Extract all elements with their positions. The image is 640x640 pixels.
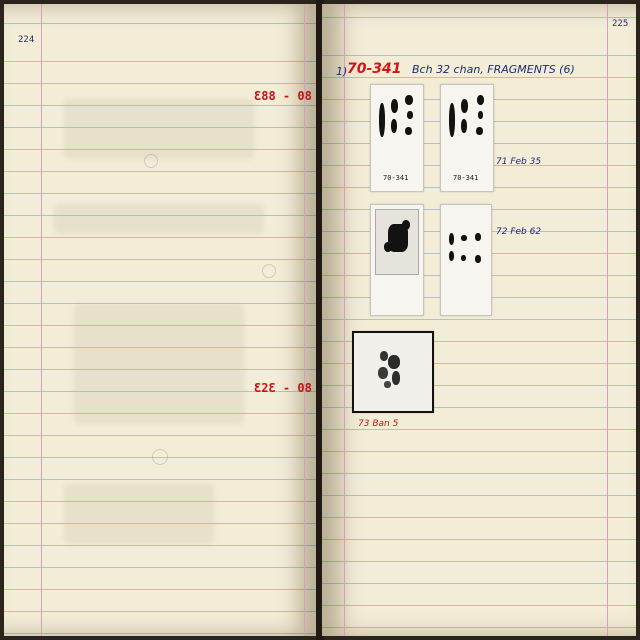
fragment-shape	[449, 251, 454, 261]
fragment-shape	[475, 233, 481, 241]
fragment-shape	[478, 111, 483, 119]
bleed-through-circle	[262, 264, 276, 278]
bleed-through-mark	[64, 99, 254, 159]
photo-caption: 70-341	[383, 174, 409, 182]
fragment-shape	[461, 119, 467, 133]
fragment-shape	[405, 95, 413, 105]
fragment-shape	[380, 351, 388, 361]
fragment-shape	[388, 355, 400, 369]
fragment-shape	[402, 220, 410, 230]
fragment-shape	[384, 381, 391, 388]
fragment-shape	[392, 371, 400, 385]
bleed-through-mark	[54, 204, 264, 234]
fragment-shape	[391, 99, 398, 113]
framed-specimen-photo	[352, 331, 434, 413]
specimen-photo: 70-341	[440, 84, 494, 192]
entry-description: Bch 32 chan, FRAGMENTS (6)	[412, 63, 575, 76]
right-margin-line	[607, 4, 608, 636]
photo-note-row2: 72 Feb 62	[496, 227, 542, 237]
bleed-through-mark	[64, 484, 214, 544]
bleed-through-circle	[152, 449, 168, 465]
fragment-shape	[477, 95, 484, 105]
specimen-photo	[440, 204, 492, 316]
right-page: 225 1) 70-341 Bch 32 chan, FRAGMENTS (6)…	[322, 4, 636, 636]
entry-marker: 1)	[336, 65, 348, 78]
left-margin-line	[41, 4, 42, 636]
entry-id: 70-341	[347, 61, 402, 77]
bleed-through-circle	[144, 154, 158, 168]
fragment-shape	[379, 103, 385, 137]
page-number-left: 224	[18, 35, 35, 45]
bleed-through-mark	[74, 304, 244, 424]
photo-note-row1: 71 Feb 35	[496, 157, 542, 167]
photo-caption: 70-341	[453, 174, 479, 182]
range-note-top: Ɛ88 - 08	[254, 89, 312, 103]
left-page: 224 Ɛ88 - 08 Ɛ2Ɛ - 08	[4, 4, 318, 636]
photo-frame	[375, 209, 419, 275]
range-note-bottom: Ɛ2Ɛ - 08	[254, 381, 312, 395]
fragment-shape	[378, 367, 388, 379]
left-margin-line	[344, 4, 345, 636]
fragment-shape	[384, 242, 392, 252]
fragment-shape	[461, 235, 467, 241]
fragment-shape	[461, 99, 468, 113]
fragment-shape	[449, 103, 455, 137]
fragment-shape	[449, 233, 454, 245]
framed-photo-note: 73 Ban 5	[358, 419, 399, 429]
specimen-photo: 70-341	[370, 84, 424, 192]
fragment-shape	[461, 255, 466, 261]
page-number-right: 225	[612, 19, 629, 29]
fragment-shape	[476, 127, 483, 135]
fragment-shape	[405, 127, 412, 135]
fragment-shape	[475, 255, 481, 263]
notebook-spread: 224 Ɛ88 - 08 Ɛ2Ɛ - 08 225 1) 70-341 Bch …	[0, 0, 640, 640]
fragment-shape	[391, 119, 397, 133]
specimen-photo	[370, 204, 424, 316]
fragment-shape	[407, 111, 413, 119]
